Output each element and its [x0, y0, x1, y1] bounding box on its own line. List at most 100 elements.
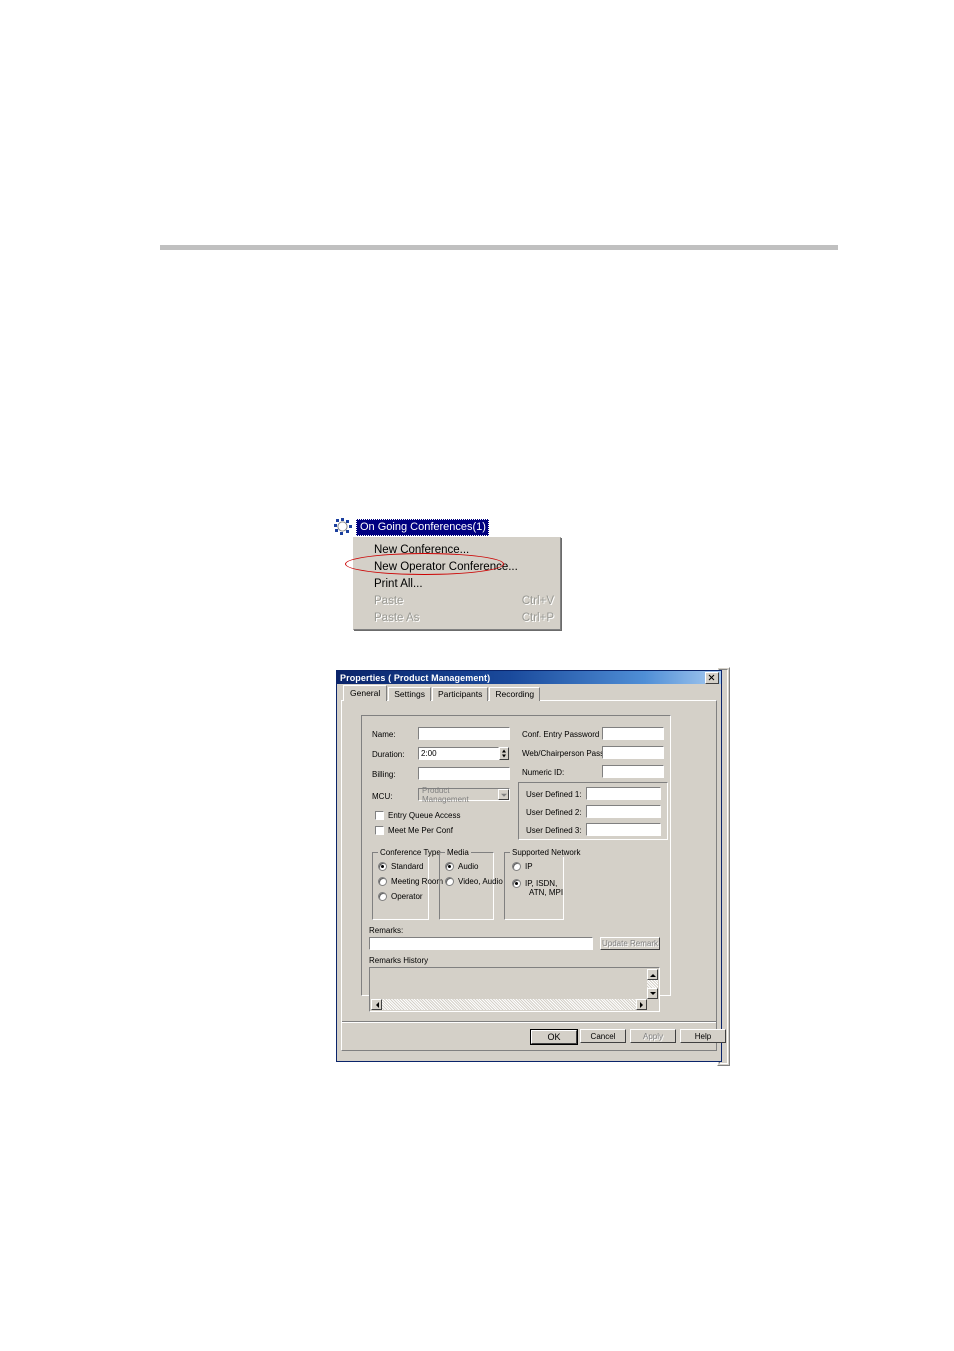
numeric-id-label: Numeric ID: — [522, 768, 565, 777]
name-label: Name: — [372, 730, 396, 739]
name-input[interactable] — [418, 727, 510, 740]
checkbox-meet-me-per-conf[interactable]: Meet Me Per Conf — [375, 826, 453, 835]
tab-page-general: Name: Duration: 2:00 Billing: MCU: Produ… — [341, 700, 717, 1051]
user-defined-3-input[interactable] — [586, 823, 661, 836]
close-icon[interactable] — [705, 671, 719, 684]
mcu-dropdown: Product Management — [418, 785, 510, 804]
tab-label: General — [350, 688, 381, 698]
menu-item-label: Print All... — [374, 577, 423, 590]
checkbox-entry-queue-access[interactable]: Entry Queue Access — [375, 811, 460, 820]
tab-label: Participants — [437, 689, 483, 699]
radio-icon — [378, 877, 387, 886]
radio-icon — [378, 862, 387, 871]
user-defined-group: User Defined 1: User Defined 2: User Def… — [518, 782, 668, 840]
spinner-down-icon[interactable] — [500, 754, 508, 760]
user-defined-1-label: User Defined 1: — [526, 790, 582, 799]
remarks-label: Remarks: — [369, 926, 404, 935]
ok-label: OK — [547, 1032, 561, 1042]
scrollbar-track[interactable] — [647, 980, 658, 988]
context-menu: New Conference... New Operator Conferenc… — [353, 537, 561, 630]
user-defined-2-input[interactable] — [586, 805, 661, 818]
conferences-gear-icon — [334, 518, 356, 536]
menu-item-label: New Operator Conference... — [374, 560, 518, 573]
update-remark-button: Update Remark — [600, 937, 660, 950]
scrollbar-track[interactable] — [382, 999, 636, 1010]
vertical-scrollbar[interactable] — [647, 969, 658, 999]
duration-spinner[interactable] — [499, 747, 509, 760]
conf-entry-password-input[interactable] — [602, 727, 664, 740]
radio-label: Operator — [391, 892, 423, 901]
scroll-right-icon[interactable] — [636, 999, 647, 1010]
radio-network-ip[interactable]: IP — [512, 862, 533, 871]
radio-icon — [512, 862, 521, 871]
tree-node-on-going-conferences[interactable]: On Going Conferences(1) — [334, 518, 489, 536]
dialog-body: General Settings Participants Recording … — [337, 684, 726, 1051]
help-label: Help — [694, 1031, 712, 1041]
tree-node-label: On Going Conferences(1) — [356, 518, 489, 536]
tab-participants[interactable]: Participants — [431, 687, 489, 701]
ok-button[interactable]: OK — [530, 1029, 578, 1045]
web-chairperson-password-input[interactable] — [602, 746, 664, 759]
cancel-button[interactable]: Cancel — [580, 1029, 626, 1043]
radio-icon — [378, 892, 387, 901]
radio-icon — [512, 879, 521, 888]
radio-label: Standard — [391, 862, 424, 871]
scroll-up-icon[interactable] — [647, 969, 658, 980]
supported-network-title: Supported Network — [510, 848, 583, 857]
billing-label: Billing: — [372, 770, 396, 779]
menu-item-accelerator: Ctrl+V — [521, 594, 554, 607]
scroll-left-icon[interactable] — [371, 999, 382, 1010]
numeric-id-input[interactable] — [602, 765, 664, 778]
tab-settings[interactable]: Settings — [388, 687, 431, 701]
billing-input[interactable] — [418, 767, 510, 780]
radio-label: Video, Audio — [458, 877, 503, 886]
mcu-label: MCU: — [372, 792, 393, 801]
menu-item-new-conference[interactable]: New Conference... — [354, 541, 560, 558]
tab-label: Settings — [394, 689, 425, 699]
radio-label-wrapper: IP, ISDN, ATN, MPI — [525, 879, 563, 897]
media-group: Media Audio Video, Audio — [439, 848, 503, 920]
remarks-history-listbox[interactable] — [369, 967, 660, 1012]
help-button[interactable]: Help — [680, 1029, 726, 1043]
menu-item-label: Paste — [374, 594, 404, 607]
checkbox-icon — [375, 811, 384, 820]
tab-label: Recording — [495, 689, 535, 699]
menu-item-new-operator-conference[interactable]: New Operator Conference... — [354, 558, 560, 575]
menu-item-accelerator: Ctrl+P — [521, 611, 554, 624]
general-inner-panel: Name: Duration: 2:00 Billing: MCU: Produ… — [361, 715, 671, 1012]
scroll-down-icon[interactable] — [647, 988, 658, 999]
remarks-input[interactable] — [369, 937, 593, 950]
mcu-selected-value: Product Management — [422, 785, 469, 804]
radio-network-ip-isdn-atn-mpi[interactable]: IP, ISDN, ATN, MPI — [512, 879, 563, 897]
radio-media-video-audio[interactable]: Video, Audio — [445, 877, 503, 886]
checkbox-label: Meet Me Per Conf — [388, 826, 453, 835]
menu-item-label: Paste As — [374, 611, 420, 624]
cancel-label: Cancel — [590, 1031, 616, 1041]
remarks-history-label: Remarks History — [369, 956, 429, 965]
menu-item-print-all[interactable]: Print All... — [354, 575, 560, 592]
user-defined-2-label: User Defined 2: — [526, 808, 582, 817]
user-defined-1-input[interactable] — [586, 787, 661, 800]
duration-input[interactable]: 2:00 — [418, 747, 499, 760]
tab-recording[interactable]: Recording — [489, 687, 541, 701]
menu-item-paste: Paste Ctrl+V — [354, 592, 560, 609]
radio-media-audio[interactable]: Audio — [445, 862, 478, 871]
radio-label: IP, ISDN, — [525, 879, 558, 888]
radio-conference-type-operator[interactable]: Operator — [378, 892, 423, 901]
checkbox-icon — [375, 826, 384, 835]
context-menu-block: On Going Conferences(1) New Conference..… — [334, 518, 561, 630]
tab-general[interactable]: General — [343, 685, 388, 701]
radio-conference-type-standard[interactable]: Standard — [378, 862, 423, 871]
radio-conference-type-meeting-room[interactable]: Meeting Room — [378, 877, 443, 886]
chevron-down-icon — [498, 789, 509, 800]
dialog-title: Properties ( Product Management) — [340, 672, 491, 683]
horizontal-scrollbar[interactable] — [371, 999, 647, 1010]
dialog-tabstrip: General Settings Participants Recording — [341, 685, 717, 701]
radio-icon — [445, 862, 454, 871]
dialog-titlebar[interactable]: Properties ( Product Management) — [337, 671, 721, 684]
radio-label-line2: ATN, MPI — [529, 888, 564, 897]
properties-dialog: Properties ( Product Management) General… — [336, 670, 726, 1062]
menu-item-label: New Conference... — [374, 543, 470, 556]
radio-label: Audio — [458, 862, 479, 871]
apply-button: Apply — [630, 1029, 676, 1043]
